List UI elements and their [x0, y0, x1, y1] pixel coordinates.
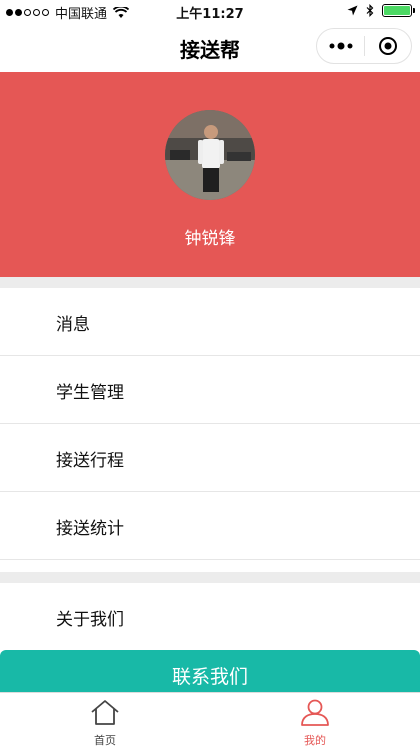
navigation-bar: 接送帮 [0, 22, 420, 72]
status-right [347, 4, 415, 17]
location-arrow-icon [347, 5, 358, 16]
menu-item-pickup-statistics[interactable]: 接送统计 [0, 492, 420, 560]
menu-item-about-us[interactable]: 关于我们 [0, 583, 420, 651]
bluetooth-icon [366, 4, 374, 17]
close-target-icon [378, 37, 397, 55]
menu-item-label: 消息 [56, 315, 90, 335]
profile-name: 钟锐锋 [184, 229, 236, 249]
tab-bar: 首页 我的 [0, 692, 420, 747]
close-button[interactable] [365, 29, 411, 63]
menu-item-label: 接送统计 [56, 519, 124, 539]
avatar[interactable] [165, 110, 255, 200]
tab-home-label: 首页 [94, 734, 116, 747]
section-divider [0, 572, 420, 583]
tab-mine-label: 我的 [304, 734, 326, 747]
menu-item-label: 接送行程 [56, 451, 124, 471]
more-button[interactable] [317, 29, 364, 63]
menu-item-label: 学生管理 [56, 383, 124, 403]
profile-banner: 钟锐锋 [0, 72, 420, 277]
status-bar: 中国联通 上午11:27 [0, 0, 420, 22]
section-divider [0, 277, 420, 288]
tab-mine[interactable]: 我的 [260, 699, 370, 748]
tab-home[interactable]: 首页 [50, 699, 160, 748]
menu-item-student-management[interactable]: 学生管理 [0, 356, 420, 424]
avatar-photo [165, 110, 255, 200]
menu-item-pickup-trips[interactable]: 接送行程 [0, 424, 420, 492]
menu-item-label: 关于我们 [56, 610, 124, 630]
menu-item-messages[interactable]: 消息 [0, 288, 420, 356]
home-icon [91, 700, 119, 725]
more-dots-icon [329, 42, 352, 50]
miniprogram-capsule [316, 28, 412, 64]
battery-icon [382, 4, 415, 17]
user-icon [301, 699, 329, 726]
